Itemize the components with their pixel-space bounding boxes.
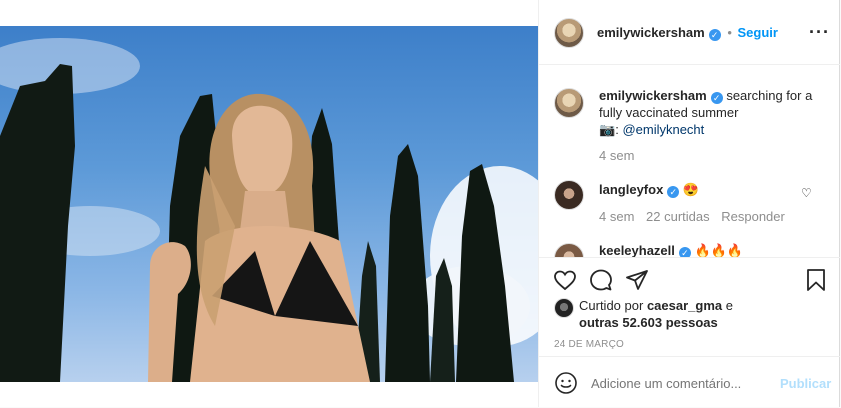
- post-card: emilywickersham ✓ • Seguir ··· emilywicke…: [0, 0, 840, 407]
- post-actions: Curtido por caesar_gma e outras 52.603 p…: [539, 257, 840, 358]
- comment-avatar[interactable]: [554, 243, 584, 257]
- caption-avatar[interactable]: [554, 88, 584, 118]
- follow-button[interactable]: Seguir: [738, 25, 778, 40]
- caption-time[interactable]: 4 sem: [599, 147, 634, 164]
- post-header: emilywickersham ✓ • Seguir ···: [539, 0, 840, 65]
- photo-illustration: [0, 38, 538, 382]
- separator-dot: •: [727, 25, 732, 40]
- author-username[interactable]: emilywickersham: [597, 25, 705, 40]
- verified-badge-icon: ✓: [667, 186, 680, 198]
- more-horizontal-icon[interactable]: ···: [809, 23, 830, 41]
- save-bookmark-icon[interactable]: [805, 268, 827, 292]
- comments-list: emilywickersham ✓ searching for a fully v…: [539, 65, 840, 257]
- liker-username[interactable]: caesar_gma: [647, 298, 722, 313]
- comment-text: keeleyhazell ✓ 🔥🔥🔥: [599, 242, 743, 257]
- liker-avatar[interactable]: [554, 298, 574, 318]
- comment-input[interactable]: [589, 372, 773, 394]
- share-paper-plane-icon[interactable]: [625, 268, 649, 292]
- verified-badge-icon: ✓: [678, 247, 691, 257]
- comment-meta: 4 sem 22 curtidas Responder: [599, 208, 785, 225]
- credit-separator: :: [615, 122, 619, 137]
- publish-button[interactable]: Publicar: [780, 375, 831, 392]
- likes-summary: Curtido por caesar_gma e outras 52.603 p…: [579, 297, 829, 331]
- likes-count[interactable]: outras 52.603 pessoas: [579, 315, 718, 330]
- comment-avatar[interactable]: [554, 180, 584, 210]
- likes-connector: e: [725, 298, 733, 313]
- like-heart-icon[interactable]: [553, 268, 577, 292]
- credit-mention[interactable]: @emilyknecht: [622, 122, 704, 137]
- post-side-panel: emilywickersham ✓ • Seguir ··· emilywicke…: [538, 0, 840, 407]
- post-photo[interactable]: [0, 26, 538, 382]
- caption-username[interactable]: emilywickersham: [599, 88, 707, 103]
- instagram-post-page: emilywickersham ✓ • Seguir ··· emilywicke…: [0, 0, 841, 407]
- comment-emoji: 🔥🔥🔥: [694, 243, 744, 257]
- likes-prefix: Curtido por: [579, 298, 644, 313]
- comment-emoji: 😍: [682, 182, 700, 197]
- caption-text: emilywickersham ✓ searching for a fully v…: [599, 87, 814, 138]
- comment-username[interactable]: langleyfox: [599, 182, 663, 197]
- comment-text: langleyfox ✓ 😍: [599, 181, 699, 198]
- author-line: emilywickersham ✓ • Seguir: [597, 24, 778, 41]
- reply-button[interactable]: Responder: [721, 209, 785, 224]
- comment-bubble-icon[interactable]: [589, 268, 613, 292]
- add-comment-bar: Publicar: [539, 356, 840, 408]
- author-avatar[interactable]: [554, 18, 584, 48]
- comment-username[interactable]: keeleyhazell: [599, 243, 675, 257]
- emoji-smiley-icon[interactable]: [554, 371, 578, 395]
- camera-icon: 📷: [599, 122, 616, 137]
- comment-like-heart-icon[interactable]: ♡: [801, 186, 812, 200]
- verified-badge-icon: ✓: [710, 92, 723, 104]
- post-date[interactable]: 24 DE MARÇO: [554, 336, 624, 353]
- comment-likes[interactable]: 22 curtidas: [646, 209, 710, 224]
- verified-badge-icon: ✓: [708, 29, 721, 41]
- comment-time[interactable]: 4 sem: [599, 209, 634, 224]
